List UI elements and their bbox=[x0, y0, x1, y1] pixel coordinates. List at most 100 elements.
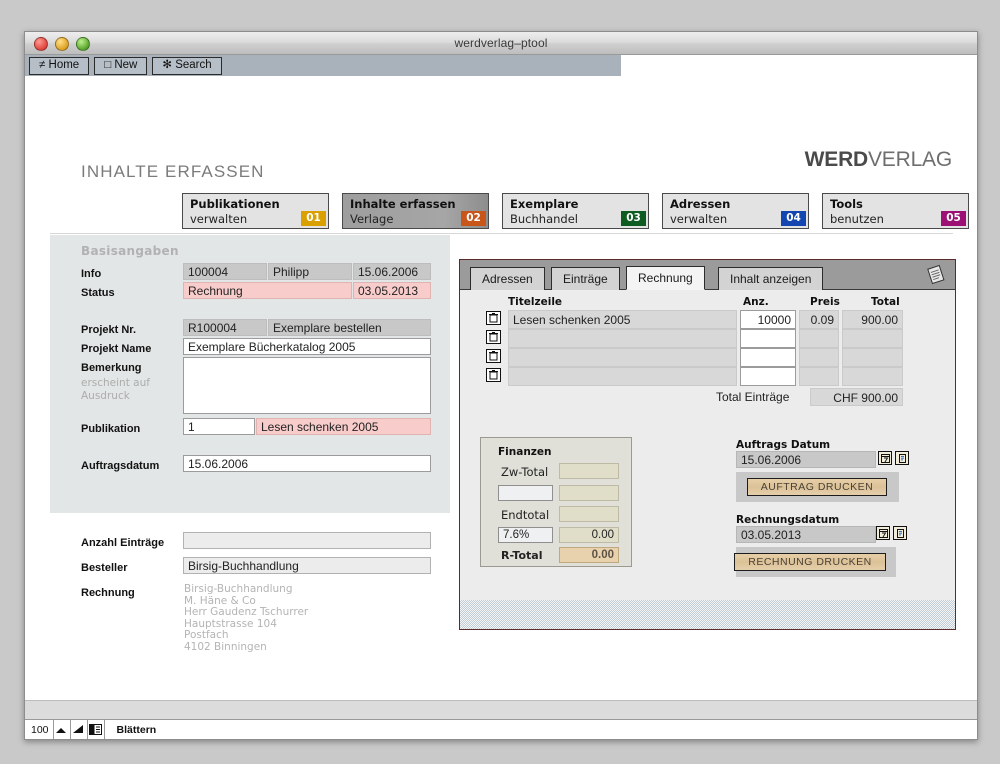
delete-row-button[interactable] bbox=[486, 349, 501, 363]
home-icon: ≠ bbox=[39, 59, 45, 71]
zw-total-label: Zw-Total bbox=[501, 465, 548, 479]
cell-preis[interactable] bbox=[799, 348, 839, 367]
nav-tab-exemplare[interactable]: Exemplare Buchhandel 03 bbox=[502, 193, 649, 229]
info-date-field: 15.06.2006 bbox=[353, 263, 431, 280]
home-button[interactable]: ≠ Home bbox=[29, 57, 89, 75]
cell-anz[interactable] bbox=[740, 348, 796, 367]
search-icon: ✻ bbox=[162, 59, 172, 71]
anzahl-eintraege-field bbox=[183, 532, 431, 549]
rechnung-label: Rechnung bbox=[81, 587, 135, 599]
nav-tab-tools[interactable]: Tools benutzen 05 bbox=[822, 193, 969, 229]
nav-tab-title: Exemplare bbox=[510, 197, 578, 211]
besteller-field: Birsig-Buchhandlung bbox=[183, 557, 431, 574]
main-navigation: Publikationen verwalten 01 Inhalte erfas… bbox=[182, 193, 969, 229]
cell-anz[interactable] bbox=[740, 329, 796, 348]
rabatt-input[interactable] bbox=[498, 485, 553, 501]
table-header-preis: Preis bbox=[810, 296, 840, 308]
cell-anz[interactable] bbox=[740, 367, 796, 386]
auftragsdatum-input[interactable]: 15.06.2006 bbox=[183, 455, 431, 472]
bemerkung-textarea[interactable] bbox=[183, 357, 431, 414]
window-controls[interactable] bbox=[34, 37, 90, 51]
tab-strip: Adressen Einträge Rechnung Inhalt anzeig… bbox=[460, 260, 955, 290]
total-eintraege-label: Total Einträge bbox=[716, 390, 789, 404]
zoom-in-icon[interactable] bbox=[71, 721, 87, 738]
cell-total: 900.00 bbox=[842, 310, 903, 329]
info-label: Info bbox=[81, 268, 101, 280]
cell-preis[interactable]: 0.09 bbox=[799, 310, 839, 329]
window-toggle-icon[interactable] bbox=[88, 721, 104, 738]
cell-preis[interactable] bbox=[799, 367, 839, 386]
logo-bold: WERD bbox=[805, 148, 868, 171]
mwst-percent-input[interactable]: 7.6% bbox=[498, 527, 553, 543]
nav-tab-title: Publikationen bbox=[190, 197, 280, 211]
cell-total bbox=[842, 348, 903, 367]
r-total-label: R-Total bbox=[501, 549, 542, 562]
auftrags-datum-label: Auftrags Datum bbox=[736, 439, 830, 451]
cell-preis[interactable] bbox=[799, 329, 839, 348]
finanzen-title: Finanzen bbox=[498, 446, 552, 458]
projekt-nr-label: Projekt Nr. bbox=[81, 324, 136, 336]
nav-tab-subtitle: benutzen bbox=[830, 212, 884, 226]
auftrag-drucken-button[interactable]: AUFTRAG DRUCKEN bbox=[747, 478, 887, 496]
finanzen-box: Finanzen Zw-Total Endtotal 7.6% 0.00 R-T… bbox=[480, 437, 632, 567]
rechnungsdatum-field: 03.05.2013 bbox=[736, 526, 876, 543]
projekt-nr-description: Exemplare bestellen bbox=[268, 319, 431, 336]
rechnung-drucken-button[interactable]: RECHNUNG DRUCKEN bbox=[734, 553, 886, 571]
desktop-background: werdverlag–ptool ≠ Home □ New ✻ Search bbox=[0, 0, 1000, 764]
nav-tab-publikationen[interactable]: Publikationen verwalten 01 bbox=[182, 193, 329, 229]
status-value-field: Rechnung bbox=[183, 282, 352, 299]
publikation-input[interactable]: 1 bbox=[183, 418, 255, 435]
zoom-out-icon[interactable] bbox=[54, 721, 70, 738]
cell-titelzeile[interactable]: Lesen schenken 2005 bbox=[508, 310, 737, 329]
app-toolbar: ≠ Home □ New ✻ Search bbox=[25, 55, 621, 76]
nav-tab-number: 05 bbox=[941, 211, 966, 226]
nav-tab-title: Tools bbox=[830, 197, 863, 211]
rechnung-address: Birsig-Buchhandlung M. Häne & Co Herr Ga… bbox=[184, 584, 308, 653]
brand-logo: WERDVERLAG bbox=[805, 148, 952, 172]
new-button[interactable]: □ New bbox=[94, 57, 147, 75]
cell-total bbox=[842, 329, 903, 348]
page-title: INHALTE ERFASSEN bbox=[81, 162, 265, 182]
status-mode-label[interactable]: Blättern bbox=[105, 724, 157, 736]
cell-titelzeile[interactable] bbox=[508, 348, 737, 367]
note-edit-icon[interactable] bbox=[893, 526, 907, 540]
tab-inhalt-anzeigen[interactable]: Inhalt anzeigen bbox=[718, 267, 823, 290]
page-content: INHALTE ERFASSEN WERDVERLAG Publikatione… bbox=[25, 76, 977, 721]
cell-titelzeile[interactable] bbox=[508, 329, 737, 348]
minimize-button[interactable] bbox=[55, 37, 69, 51]
notepad-icon[interactable] bbox=[925, 264, 947, 286]
nav-tab-subtitle: verwalten bbox=[670, 212, 727, 226]
status-bar: 100 Blättern bbox=[25, 719, 977, 739]
publikation-name-field: Lesen schenken 2005 bbox=[256, 418, 431, 435]
tab-rechnung[interactable]: Rechnung bbox=[626, 266, 705, 290]
search-button[interactable]: ✻ Search bbox=[152, 57, 221, 75]
endtotal-label: Endtotal bbox=[501, 508, 549, 522]
delete-row-button[interactable] bbox=[486, 368, 501, 382]
cell-anz[interactable]: 10000 bbox=[740, 310, 796, 329]
calendar-icon[interactable] bbox=[878, 451, 892, 465]
close-button[interactable] bbox=[34, 37, 48, 51]
nav-divider bbox=[50, 233, 953, 234]
home-button-label: Home bbox=[49, 59, 80, 71]
auftragsdatum-label: Auftragsdatum bbox=[81, 460, 159, 472]
delete-row-button[interactable] bbox=[486, 311, 501, 325]
mwst-value: 0.00 bbox=[559, 527, 619, 543]
tab-adressen[interactable]: Adressen bbox=[470, 267, 545, 290]
application-window: werdverlag–ptool ≠ Home □ New ✻ Search bbox=[24, 31, 978, 740]
cell-titelzeile[interactable] bbox=[508, 367, 737, 386]
nav-tab-number: 03 bbox=[621, 211, 646, 226]
delete-row-button[interactable] bbox=[486, 330, 501, 344]
bemerkung-label: Bemerkung bbox=[81, 362, 142, 374]
auftrags-datum-field: 15.06.2006 bbox=[736, 451, 876, 468]
nav-tab-adressen[interactable]: Adressen verwalten 04 bbox=[662, 193, 809, 229]
calendar-icon[interactable] bbox=[876, 526, 890, 540]
projekt-name-input[interactable]: Exemplare Bücherkatalog 2005 bbox=[183, 338, 431, 355]
nav-tab-title: Adressen bbox=[670, 197, 730, 211]
maximize-button[interactable] bbox=[76, 37, 90, 51]
besteller-label: Besteller bbox=[81, 562, 127, 574]
note-edit-icon[interactable] bbox=[895, 451, 909, 465]
table-header-titelzeile: Titelzeile bbox=[508, 296, 562, 308]
nav-tab-number: 02 bbox=[461, 211, 486, 226]
tab-eintraege[interactable]: Einträge bbox=[551, 267, 620, 290]
nav-tab-inhalte-erfassen[interactable]: Inhalte erfassen Verlage 02 bbox=[342, 193, 489, 229]
